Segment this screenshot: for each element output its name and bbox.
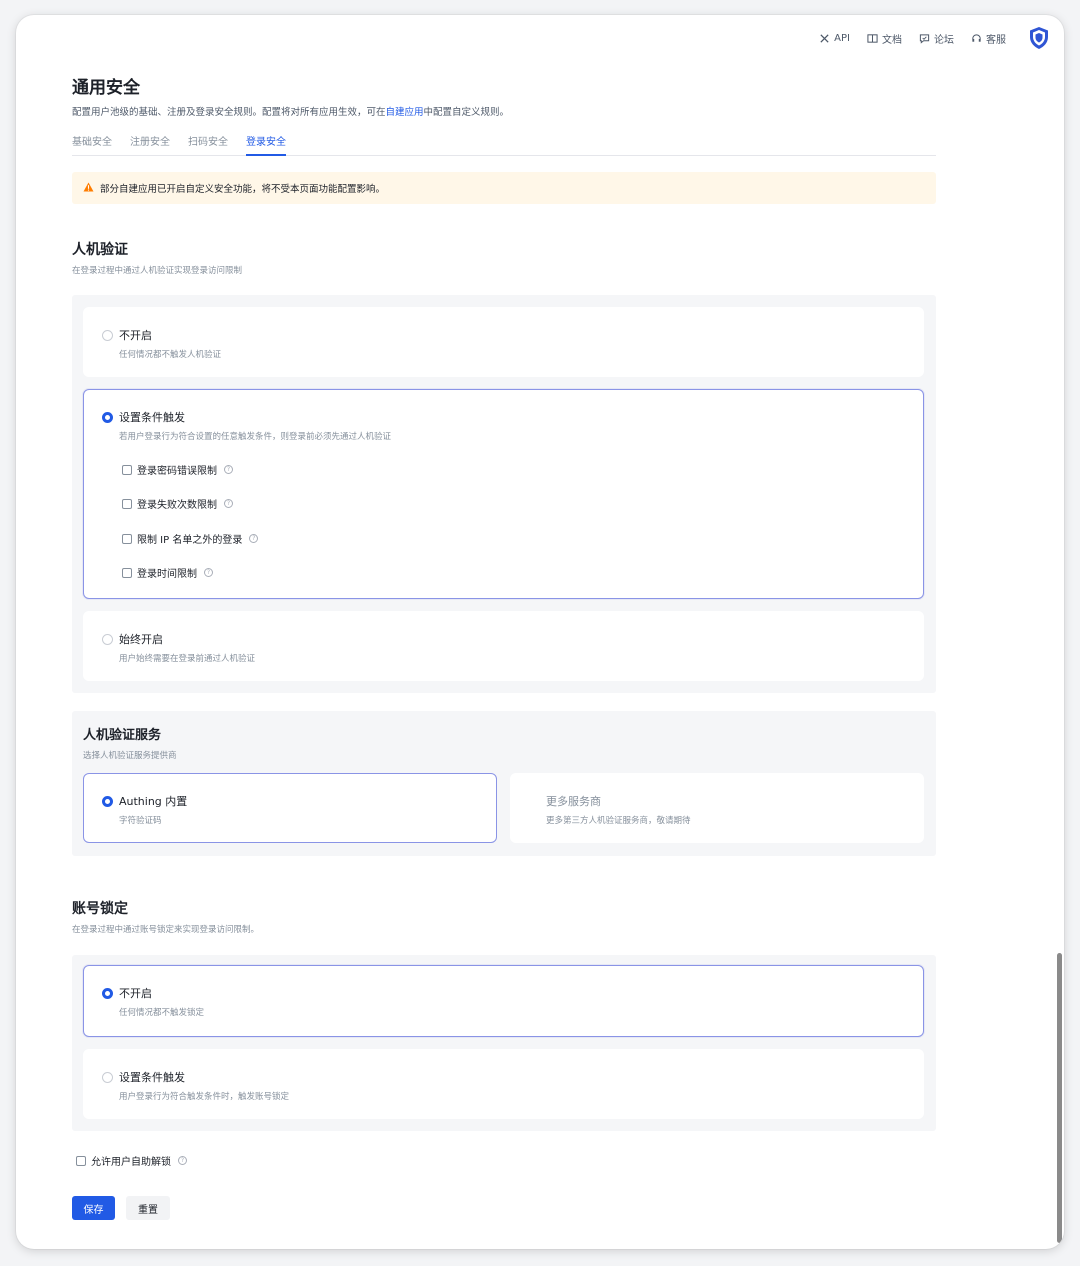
help-icon[interactable]: ? (224, 465, 233, 474)
condition-ip-whitelist[interactable]: 限制 IP 名单之外的登录 ? (122, 531, 259, 546)
captcha-option-conditional[interactable]: 设置条件触发 若用户登录行为符合设置的任意触发条件，则登录前必须先通过人机验证 … (83, 389, 924, 599)
condition-label: 限制 IP 名单之外的登录 (137, 535, 243, 546)
custom-app-link[interactable]: 自建应用 (386, 107, 424, 118)
radio-captcha-conditional[interactable] (102, 412, 113, 423)
condition-login-time[interactable]: 登录时间限制 ? (122, 565, 213, 580)
top-bar: API 文档 论坛 客服 (818, 23, 1050, 53)
radio-lock-off[interactable] (102, 988, 113, 999)
docs-label: 文档 (882, 34, 902, 46)
captcha-section-desc: 在登录过程中通过人机验证实现登录访问限制 (72, 266, 243, 276)
captcha-option-off[interactable]: 不开启 任何情况都不触发人机验证 (83, 307, 924, 377)
provider-title: Authing 内置 (119, 795, 188, 808)
headset-icon (970, 32, 982, 44)
provider-more: 更多服务商 更多第三方人机验证服务商，敬请期待 (510, 773, 924, 843)
option-title: 不开启 (119, 987, 152, 1000)
tab-qrcode-security[interactable]: 扫码安全 (188, 134, 228, 156)
lock-option-conditional[interactable]: 设置条件触发 用户登录行为符合触发条件时，触发账号锁定 (83, 1049, 924, 1119)
checkbox[interactable] (122, 464, 132, 475)
option-desc: 任何情况都不触发锁定 (119, 1008, 205, 1018)
docs-link[interactable]: 文档 (866, 31, 902, 46)
condition-label: 登录失败次数限制 (137, 500, 217, 511)
self-unlock-option[interactable]: 允许用户自助解锁 ? (76, 1153, 187, 1168)
support-label: 客服 (986, 34, 1006, 46)
help-icon[interactable]: ? (178, 1156, 187, 1165)
api-link[interactable]: API (818, 32, 850, 44)
provider-title: 更多服务商 (546, 795, 601, 808)
forum-link[interactable]: 论坛 (918, 31, 954, 46)
page-desc-text: 配置用户池级的基础、注册及登录安全规则。配置将对所有应用生效，可在 (72, 107, 386, 118)
reset-button[interactable]: 重置 (126, 1196, 170, 1220)
provider-desc: 更多第三方人机验证服务商，敬请期待 (546, 816, 691, 826)
self-unlock-checkbox[interactable] (76, 1155, 86, 1166)
warning-icon (83, 181, 94, 195)
option-desc: 若用户登录行为符合设置的任意触发条件，则登录前必须先通过人机验证 (119, 432, 392, 442)
captcha-section-title: 人机验证 (72, 242, 128, 258)
tab-register-security[interactable]: 注册安全 (130, 134, 170, 156)
checkbox[interactable] (122, 567, 132, 578)
self-unlock-label: 允许用户自助解锁 (91, 1157, 171, 1168)
captcha-options-panel: 不开启 任何情况都不触发人机验证 设置条件触发 若用户登录行为符合设置的任意触发… (72, 295, 936, 693)
radio-captcha-off[interactable] (102, 330, 113, 341)
help-icon[interactable]: ? (204, 568, 213, 577)
chat-icon (918, 32, 930, 44)
radio-lock-conditional[interactable] (102, 1072, 113, 1083)
book-icon (866, 32, 878, 44)
provider-desc: 字符验证码 (119, 816, 162, 826)
alert-text: 部分自建应用已开启自定义安全功能，将不受本页面功能配置影响。 (100, 184, 386, 195)
option-title: 始终开启 (119, 633, 163, 646)
warning-alert: 部分自建应用已开启自定义安全功能，将不受本页面功能配置影响。 (72, 172, 936, 204)
tab-login-security[interactable]: 登录安全 (246, 134, 286, 156)
option-desc: 任何情况都不触发人机验证 (119, 350, 222, 360)
save-button[interactable]: 保存 (72, 1196, 115, 1220)
help-icon[interactable]: ? (224, 499, 233, 508)
security-tabs: 基础安全 注册安全 扫码安全 登录安全 (72, 134, 936, 156)
support-link[interactable]: 客服 (970, 31, 1006, 46)
help-icon[interactable]: ? (249, 534, 259, 543)
option-desc: 用户登录行为符合触发条件时，触发账号锁定 (119, 1092, 290, 1102)
captcha-service-panel: 人机验证服务 选择人机验证服务提供商 Authing 内置 字符验证码 更多服务… (72, 711, 936, 856)
radio-provider-authing[interactable] (102, 796, 113, 807)
checkbox[interactable] (122, 498, 132, 509)
option-desc: 用户始终需要在登录前通过人机验证 (119, 654, 256, 664)
lock-option-off[interactable]: 不开启 任何情况都不触发锁定 (83, 965, 924, 1037)
page-desc-text-end: 中配置自定义规则。 (423, 107, 510, 118)
lock-section-desc: 在登录过程中通过账号锁定来实现登录访问限制。 (72, 925, 260, 935)
api-label: API (834, 32, 850, 44)
condition-label: 登录密码错误限制 (137, 466, 217, 477)
forum-label: 论坛 (934, 34, 954, 46)
page-title: 通用安全 (72, 78, 140, 98)
lock-options-panel: 不开启 任何情况都不触发锁定 设置条件触发 用户登录行为符合触发条件时，触发账号… (72, 955, 936, 1131)
app-window: API 文档 论坛 客服 通用安全 配置用户池级的基础、注册及登录安全规则。配置… (16, 15, 1064, 1249)
tab-basic-security[interactable]: 基础安全 (72, 134, 112, 156)
option-title: 设置条件触发 (119, 1071, 185, 1084)
condition-password-error[interactable]: 登录密码错误限制 ? (122, 462, 233, 477)
radio-captcha-always[interactable] (102, 634, 113, 645)
condition-fail-count[interactable]: 登录失败次数限制 ? (122, 496, 233, 511)
vertical-scrollbar[interactable] (1057, 953, 1062, 1243)
captcha-service-desc: 选择人机验证服务提供商 (83, 751, 177, 761)
checkbox[interactable] (122, 533, 132, 544)
page-description: 配置用户池级的基础、注册及登录安全规则。配置将对所有应用生效，可在自建应用中配置… (72, 104, 509, 118)
option-title: 不开启 (119, 329, 152, 342)
condition-label: 登录时间限制 (137, 569, 197, 580)
tools-icon (818, 32, 830, 44)
captcha-option-always[interactable]: 始终开启 用户始终需要在登录前通过人机验证 (83, 611, 924, 681)
shield-logo-icon[interactable] (1028, 26, 1050, 50)
lock-section-title: 账号锁定 (72, 901, 128, 917)
captcha-service-title: 人机验证服务 (83, 728, 162, 743)
provider-authing[interactable]: Authing 内置 字符验证码 (83, 773, 497, 843)
option-title: 设置条件触发 (119, 411, 185, 424)
